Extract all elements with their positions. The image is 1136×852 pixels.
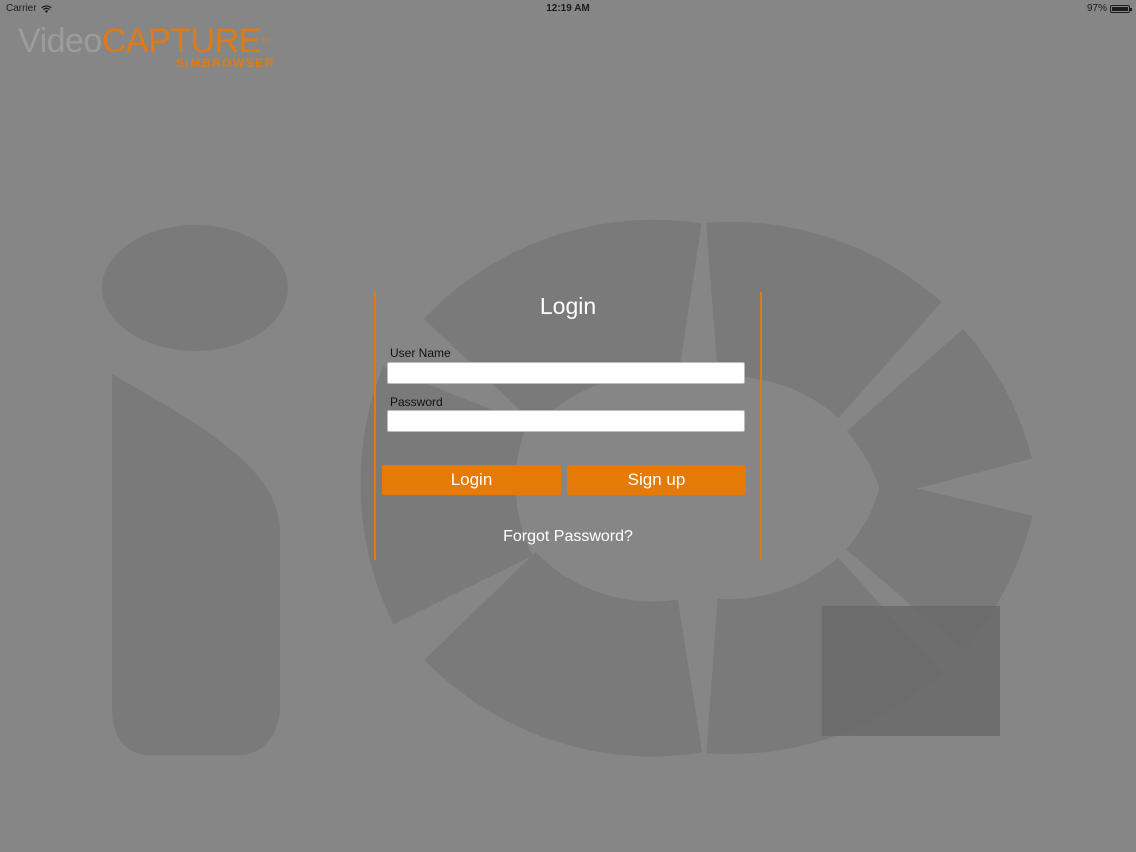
- app-logo: VideoCAPTURE™ SiMBROWSER: [18, 22, 318, 74]
- username-input[interactable]: [387, 362, 745, 384]
- logo-subtitle: SiMBROWSER: [176, 56, 275, 70]
- login-title: Login: [539, 293, 597, 319]
- username-label: User Name: [390, 346, 451, 360]
- panel-divider-right: [760, 292, 762, 560]
- battery-percent: 97%: [1086, 3, 1107, 14]
- logo-wordmark: VideoCAPTURE™: [18, 22, 318, 60]
- status-time: 12:19 AM: [546, 3, 590, 14]
- status-battery: 97%: [1086, 3, 1132, 14]
- status-bar: Carrier 12:19 AM 97%: [0, 0, 1136, 18]
- login-panel: Login User Name Password Login Sign up F…: [374, 292, 762, 560]
- password-label: Password: [390, 395, 443, 409]
- logo-video-text: Video: [18, 22, 102, 60]
- panel-divider-left: [374, 292, 376, 560]
- forgot-password-link[interactable]: Forgot Password?: [374, 528, 762, 546]
- logo-capture-text: CAPTURE: [101, 22, 261, 60]
- battery-icon: [1110, 4, 1132, 13]
- signup-button[interactable]: Sign up: [567, 465, 746, 495]
- logo-tm: ™: [260, 36, 270, 46]
- password-input[interactable]: [387, 410, 745, 432]
- login-button[interactable]: Login: [382, 465, 561, 495]
- battery-fill: [1112, 6, 1128, 11]
